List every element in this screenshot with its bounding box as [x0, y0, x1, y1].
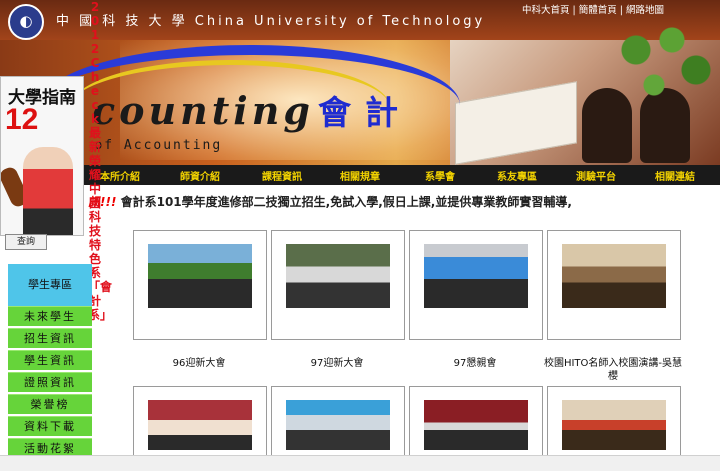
gallery-card[interactable]	[547, 386, 681, 457]
announcement-marquee[interactable]: 訊!!! 會計系101學年度進修部二技獨立招生,免試入學,假日上課,並提供專業教…	[88, 193, 720, 211]
photo-welcome-97	[286, 244, 390, 308]
photo-parents-day	[424, 244, 528, 308]
sidebar-item-future-students[interactable]: 未來學生	[8, 306, 92, 326]
nav-item-faculty[interactable]: 師資介紹	[180, 168, 220, 183]
photo-event	[148, 400, 252, 450]
university-logo-icon[interactable]: ◐	[8, 4, 44, 40]
sidebar-item-certificates[interactable]: 證照資訊	[8, 372, 92, 392]
query-button[interactable]: 查詢	[5, 234, 47, 250]
gallery-card[interactable]	[547, 230, 681, 340]
photo-event	[286, 400, 390, 450]
leaves-decoration	[600, 10, 720, 110]
gallery-caption[interactable]: 97迎新大會	[267, 357, 407, 370]
main-nav: 本所介紹 師資介紹 課程資訊 相關規章 系學會 系友專區 測驗平台 相關連結	[0, 165, 720, 185]
cover-model-image	[23, 147, 73, 235]
gallery-card[interactable]	[133, 230, 267, 340]
gallery-card[interactable]	[409, 230, 543, 340]
school-name: 中 國 科 技 大 學 China University of Technolo…	[56, 14, 486, 29]
nav-item-student-assoc[interactable]: 系學會	[425, 168, 455, 183]
gallery-caption[interactable]: 96迎新大會	[129, 357, 269, 370]
top-links[interactable]: 中科大首頁 | 簡體首頁 | 網路地圖	[522, 2, 664, 16]
banner-title: counting	[92, 88, 314, 133]
gallery-caption[interactable]: 97懇親會	[405, 357, 545, 370]
nav-item-intro[interactable]: 本所介紹	[100, 168, 140, 183]
marquee-text: 會計系101學年度進修部二技獨立招生,免試入學,假日上課,並提供專業教師實習輔導…	[120, 195, 572, 209]
nav-item-regulations[interactable]: 相關規章	[340, 168, 380, 183]
nav-item-courses[interactable]: 課程資訊	[262, 168, 302, 183]
gallery-card[interactable]	[271, 386, 405, 457]
photo-lecture	[562, 244, 666, 308]
student-zone-header: 學生專區	[8, 264, 92, 306]
magazine-number: 12	[5, 103, 39, 136]
gallery-card[interactable]	[133, 386, 267, 457]
sidebar-item-admissions[interactable]: 招生資訊	[8, 328, 92, 348]
gallery-card[interactable]	[271, 230, 405, 340]
horizontal-scrollbar[interactable]	[0, 455, 720, 471]
photo-event	[562, 400, 666, 450]
nav-item-links[interactable]: 相關連結	[655, 168, 695, 183]
banner-title-cn: 會計	[318, 93, 412, 132]
guide-magazine-ad[interactable]: 大學指南 12	[0, 76, 84, 236]
photo-welcome-96	[148, 244, 252, 308]
sidebar-item-downloads[interactable]: 資料下載	[8, 416, 92, 436]
sidebar-menu: 未來學生 招生資訊 學生資訊 證照資訊 榮譽榜 資料下載 活動花絮	[8, 306, 92, 460]
nav-item-alumni[interactable]: 系友專區	[497, 168, 537, 183]
gallery-caption[interactable]: 校園HITO名師入校園演講-吳慧櫻	[543, 357, 683, 383]
sidebar-item-honor-roll[interactable]: 榮譽榜	[8, 394, 92, 414]
nav-item-test-platform[interactable]: 測驗平台	[576, 168, 616, 183]
gallery-card[interactable]	[409, 386, 543, 457]
photo-event	[424, 400, 528, 450]
sidebar-item-student-info[interactable]: 學生資訊	[8, 350, 92, 370]
